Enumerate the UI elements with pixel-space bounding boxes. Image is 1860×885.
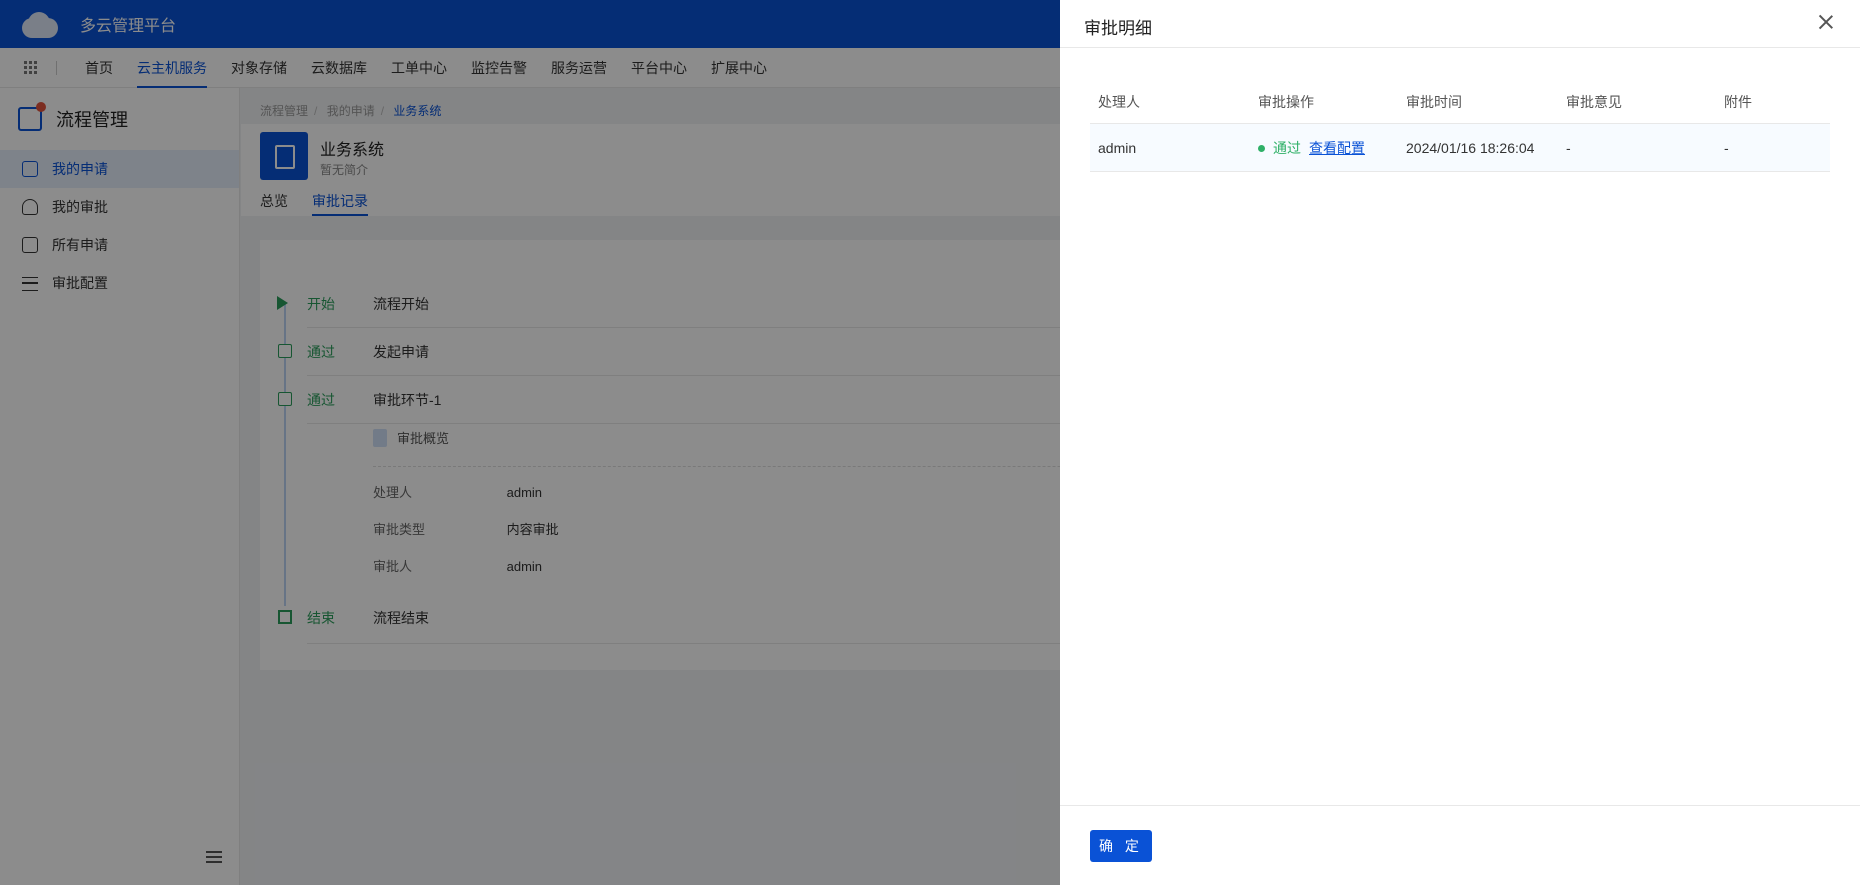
column-header: 审批意见 [1566, 93, 1622, 110]
column-header: 处理人 [1098, 93, 1140, 110]
approval-detail-drawer: 审批明细 处理人 审批操作 审批时间 审批意见 附件 admin 通过 查看配置 … [1060, 0, 1860, 885]
close-icon[interactable] [1818, 14, 1834, 30]
table-header: 处理人 审批操作 审批时间 审批意见 附件 [1090, 80, 1830, 124]
opinion-cell: - [1566, 139, 1571, 156]
table-row: admin 通过 查看配置 2024/01/16 18:26:04 - - [1090, 124, 1830, 172]
approval-detail-table: 处理人 审批操作 审批时间 审批意见 附件 admin 通过 查看配置 2024/… [1090, 80, 1830, 172]
drawer-header: 审批明细 [1060, 0, 1860, 48]
handler-cell: admin [1098, 139, 1137, 156]
action-cell: 通过 查看配置 [1250, 138, 1398, 158]
column-header: 审批操作 [1258, 93, 1314, 110]
attachment-cell: - [1724, 139, 1729, 156]
drawer-footer: 确 定 [1060, 805, 1860, 885]
column-header: 审批时间 [1406, 93, 1462, 110]
time-cell: 2024/01/16 18:26:04 [1406, 139, 1535, 156]
status-badge: 通过 [1273, 139, 1301, 156]
status-dot-icon [1258, 145, 1265, 153]
drawer-title: 审批明细 [1084, 19, 1152, 38]
column-header: 附件 [1724, 93, 1752, 110]
confirm-button[interactable]: 确 定 [1090, 830, 1152, 862]
view-config-link[interactable]: 查看配置 [1309, 140, 1365, 156]
